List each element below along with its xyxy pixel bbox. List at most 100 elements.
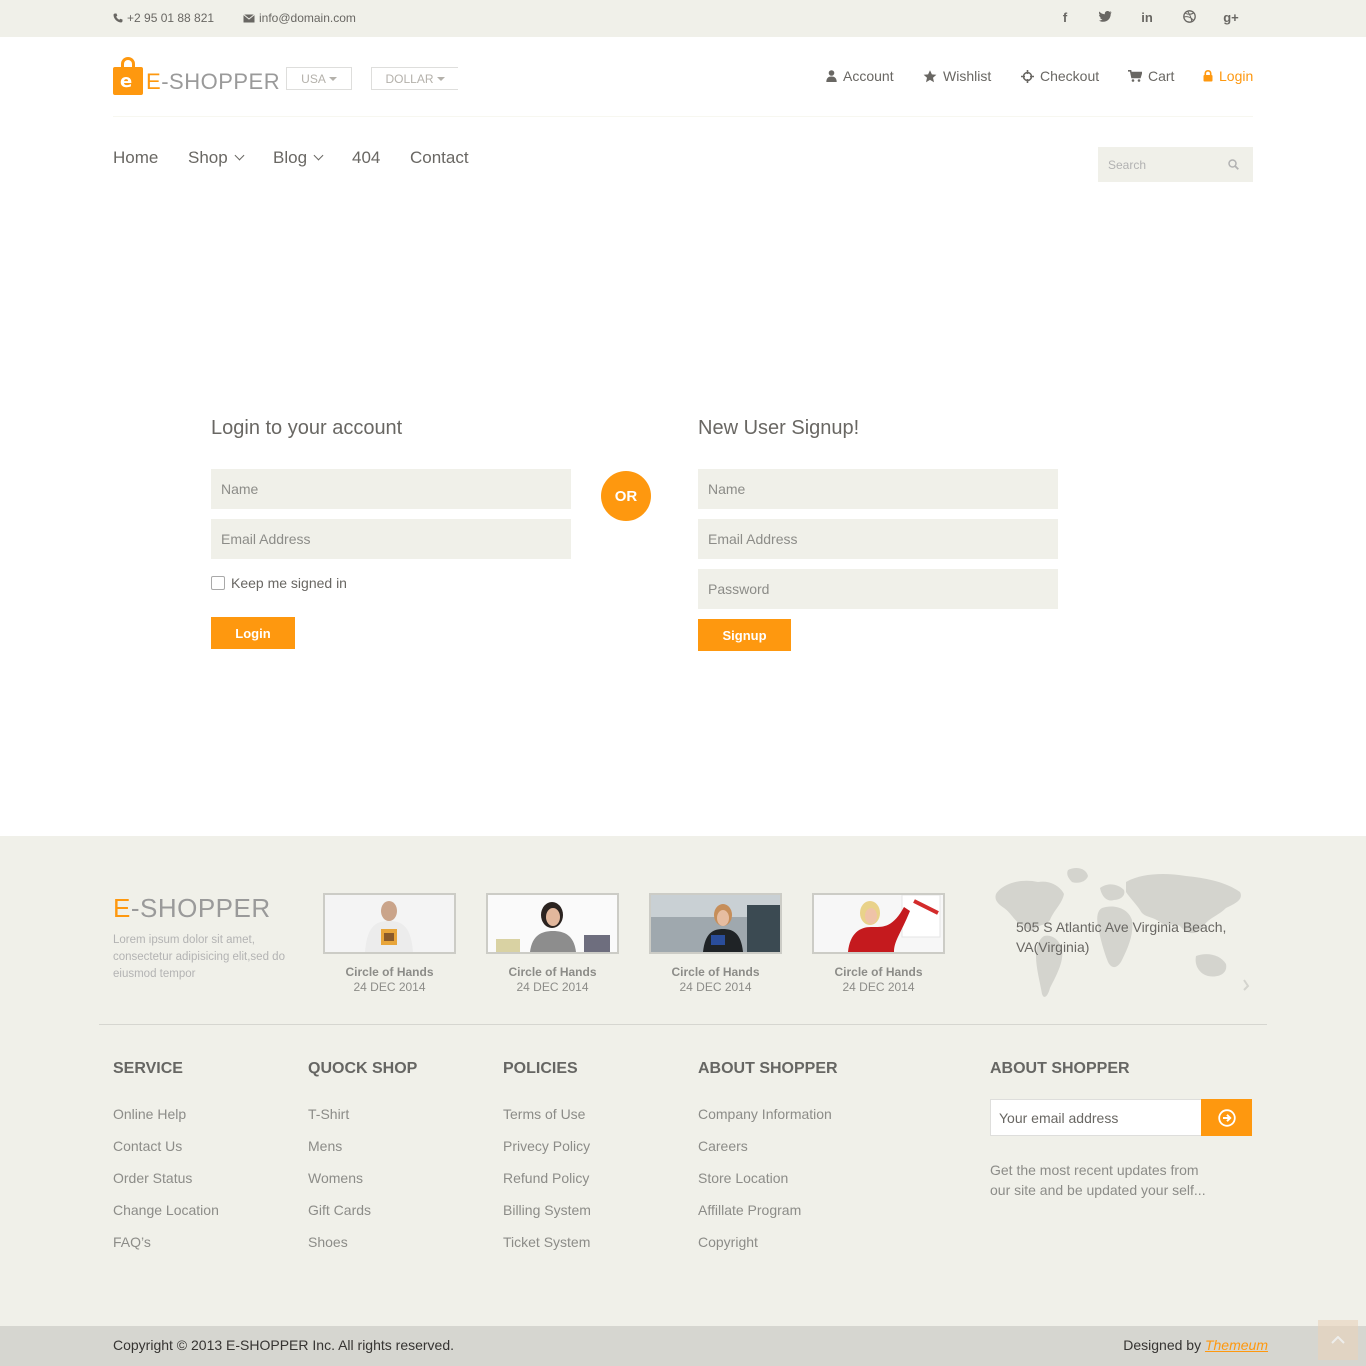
email-address: info@domain.com bbox=[259, 11, 356, 25]
or-badge: OR bbox=[601, 471, 651, 521]
video-title: Circle of Hands bbox=[508, 965, 597, 979]
star-icon bbox=[923, 69, 937, 82]
caret-down-icon bbox=[436, 76, 445, 81]
chevron-up-icon bbox=[1331, 1336, 1345, 1344]
facebook-icon[interactable]: f bbox=[1056, 10, 1074, 25]
footer-divider bbox=[99, 1024, 1267, 1025]
footer-link[interactable]: Refund Policy bbox=[503, 1170, 589, 1186]
linkedin-icon[interactable]: in bbox=[1138, 10, 1156, 25]
nav-shop[interactable]: Shop bbox=[188, 148, 245, 168]
video-date: 24 DEC 2014 bbox=[679, 980, 752, 994]
video-date: 24 DEC 2014 bbox=[516, 980, 589, 994]
footer-link[interactable]: Billing System bbox=[503, 1202, 591, 1218]
login-button[interactable]: Login bbox=[211, 617, 295, 649]
footer-link[interactable]: Copyright bbox=[698, 1234, 758, 1250]
footer-link[interactable]: Shoes bbox=[308, 1234, 348, 1250]
footer-description: Lorem ipsum dolor sit amet, consectetur … bbox=[113, 934, 285, 980]
subscribe-note: Get the most recent updates from our sit… bbox=[990, 1162, 1206, 1198]
google-plus-icon[interactable]: g+ bbox=[1222, 10, 1240, 25]
footer-heading-policies: POLICIES bbox=[503, 1060, 578, 1077]
chevron-down-icon bbox=[313, 150, 324, 161]
search-icon[interactable] bbox=[1228, 159, 1239, 170]
footer-link[interactable]: Mens bbox=[308, 1138, 342, 1154]
login-title: Login to your account bbox=[211, 417, 403, 439]
footer-heading-quick-shop: QUOCK SHOP bbox=[308, 1060, 418, 1077]
account-link[interactable]: Account bbox=[826, 68, 894, 84]
nav-404[interactable]: 404 bbox=[352, 148, 380, 168]
footer-link[interactable]: Online Help bbox=[113, 1106, 186, 1122]
footer-link[interactable]: Ticket System bbox=[503, 1234, 590, 1250]
footer-link[interactable]: Womens bbox=[308, 1170, 363, 1186]
dribbble-icon[interactable] bbox=[1180, 10, 1198, 26]
phone-contact[interactable]: +2 95 01 88 821 bbox=[113, 11, 214, 25]
video-thumbnail[interactable] bbox=[812, 893, 945, 954]
wishlist-link[interactable]: Wishlist bbox=[923, 68, 991, 84]
shopping-cart-icon bbox=[1128, 70, 1142, 82]
subscribe-button[interactable] bbox=[1201, 1099, 1252, 1136]
footer-link[interactable]: Affillate Program bbox=[698, 1202, 801, 1218]
checkout-link[interactable]: Checkout bbox=[1021, 68, 1099, 84]
nav-contact[interactable]: Contact bbox=[410, 148, 469, 168]
header-divider bbox=[113, 116, 1253, 117]
currency-dropdown[interactable]: DOLLAR bbox=[371, 67, 458, 90]
signup-email-field[interactable] bbox=[698, 519, 1058, 559]
envelope-icon bbox=[243, 13, 255, 22]
country-dropdown[interactable]: USA bbox=[286, 67, 352, 90]
site-logo[interactable]: e E-SHOPPER bbox=[113, 57, 280, 95]
footer-link[interactable]: Gift Cards bbox=[308, 1202, 371, 1218]
footer-link[interactable]: Store Location bbox=[698, 1170, 788, 1186]
scroll-up-button[interactable] bbox=[1318, 1320, 1358, 1360]
store-address: 505 S Atlantic Ave Virginia Beach, VA(Vi… bbox=[1016, 919, 1227, 955]
designer-link[interactable]: Themeum bbox=[1205, 1337, 1268, 1353]
email-contact[interactable]: info@domain.com bbox=[243, 11, 356, 25]
signup-name-field[interactable] bbox=[698, 469, 1058, 509]
footer-link[interactable]: Careers bbox=[698, 1138, 748, 1154]
login-name-field[interactable] bbox=[211, 469, 571, 509]
phone-number: +2 95 01 88 821 bbox=[127, 11, 215, 25]
video-thumbnail[interactable] bbox=[323, 893, 456, 954]
shopping-bag-logo-icon: e bbox=[113, 57, 143, 95]
arrow-circle-right-icon bbox=[1217, 1108, 1236, 1127]
video-date: 24 DEC 2014 bbox=[842, 980, 915, 994]
logo-text: E-SHOPPER bbox=[146, 69, 281, 94]
video-title: Circle of Hands bbox=[671, 965, 760, 979]
footer-link[interactable]: Order Status bbox=[113, 1170, 192, 1186]
footer-heading-service: SERVICE bbox=[113, 1060, 183, 1077]
top-bar: +2 95 01 88 821 info@domain.com f in g+ bbox=[0, 0, 1366, 37]
caret-down-icon bbox=[328, 76, 337, 81]
copyright-text: Copyright © 2013 E-SHOPPER Inc. All righ… bbox=[113, 1337, 455, 1353]
crosshairs-icon bbox=[1021, 69, 1034, 83]
twitter-icon[interactable] bbox=[1096, 10, 1114, 25]
footer-link[interactable]: FAQ’s bbox=[113, 1234, 151, 1250]
keep-signed-in-checkbox[interactable] bbox=[211, 576, 225, 590]
video-date: 24 DEC 2014 bbox=[353, 980, 426, 994]
nav-home[interactable]: Home bbox=[113, 148, 158, 168]
cart-link[interactable]: Cart bbox=[1128, 68, 1174, 84]
login-link[interactable]: Login bbox=[1203, 68, 1253, 84]
signup-password-field[interactable] bbox=[698, 569, 1058, 609]
video-thumbnail[interactable] bbox=[486, 893, 619, 954]
designed-by: Designed by Themeum bbox=[1123, 1337, 1268, 1353]
footer-link[interactable]: Contact Us bbox=[113, 1138, 182, 1154]
keep-signed-in[interactable]: Keep me signed in bbox=[211, 575, 347, 591]
search-box bbox=[1098, 147, 1253, 182]
nav-blog[interactable]: Blog bbox=[273, 148, 324, 168]
user-icon bbox=[826, 70, 837, 82]
phone-icon bbox=[113, 13, 123, 23]
footer-link[interactable]: T-Shirt bbox=[308, 1106, 349, 1122]
chevron-down-icon bbox=[234, 150, 245, 161]
login-email-field[interactable] bbox=[211, 519, 571, 559]
footer-link[interactable]: Change Location bbox=[113, 1202, 219, 1218]
footer-heading-subscribe: ABOUT SHOPPER bbox=[990, 1060, 1130, 1077]
subscribe-email-input[interactable] bbox=[990, 1099, 1202, 1136]
lock-icon bbox=[1203, 70, 1213, 82]
signup-button[interactable]: Signup bbox=[698, 619, 791, 651]
video-title: Circle of Hands bbox=[834, 965, 923, 979]
footer-link[interactable]: Company Information bbox=[698, 1106, 832, 1122]
video-thumbnail[interactable] bbox=[649, 893, 782, 954]
video-title: Circle of Hands bbox=[345, 965, 434, 979]
footer-link[interactable]: Terms of Use bbox=[503, 1106, 585, 1122]
footer-link[interactable]: Privecy Policy bbox=[503, 1138, 590, 1154]
footer-logo[interactable]: E-SHOPPER bbox=[113, 893, 271, 924]
footer-heading-about: ABOUT SHOPPER bbox=[698, 1060, 838, 1077]
